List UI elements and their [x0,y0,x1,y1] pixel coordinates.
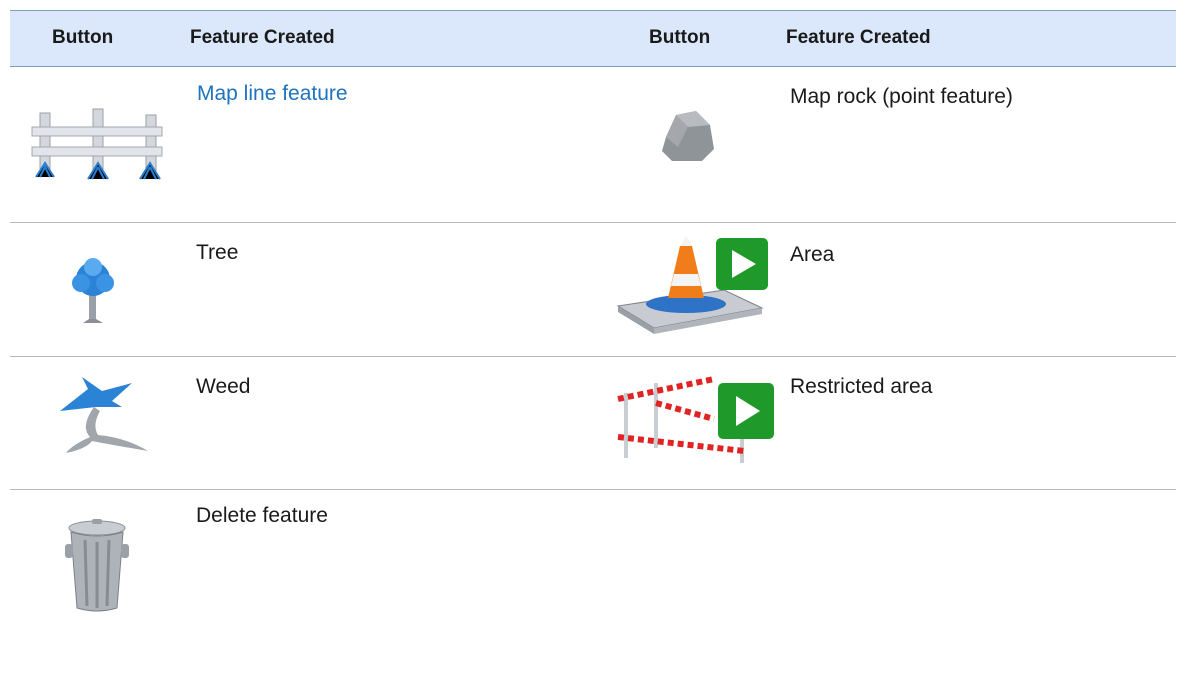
table-row: Delete feature [10,490,1176,690]
table-row: Map line feature Map rock (point feature… [10,67,1176,223]
table-row: Tree Area [10,223,1176,357]
header-button-2: Button [649,27,711,48]
tree-label: Tree [196,241,239,264]
area-label: Area [790,243,835,266]
restricted-area-icon[interactable] [614,363,778,463]
map-line-feature-link[interactable]: Map line feature [197,82,348,106]
rock-icon[interactable] [658,107,718,165]
table-row: Weed Restricted area [10,357,1176,490]
tree-icon[interactable] [65,257,121,323]
area-icon[interactable] [616,228,776,338]
weed-label: Weed [196,375,251,398]
header-button: Button [52,27,114,48]
delete-feature-label: Delete feature [196,504,328,527]
restricted-area-label: Restricted area [790,375,933,398]
fence-icon[interactable] [28,105,168,185]
weed-icon[interactable] [40,371,152,471]
header-feature-created-2: Feature Created [786,27,931,48]
table-header: Button Feature Created Button Feature Cr… [10,10,1176,67]
feature-buttons-table: Button Feature Created Button Feature Cr… [10,10,1176,690]
map-rock-label: Map rock (point feature) [790,85,1013,108]
trash-can-icon[interactable] [65,518,129,614]
header-feature-created: Feature Created [190,27,335,48]
